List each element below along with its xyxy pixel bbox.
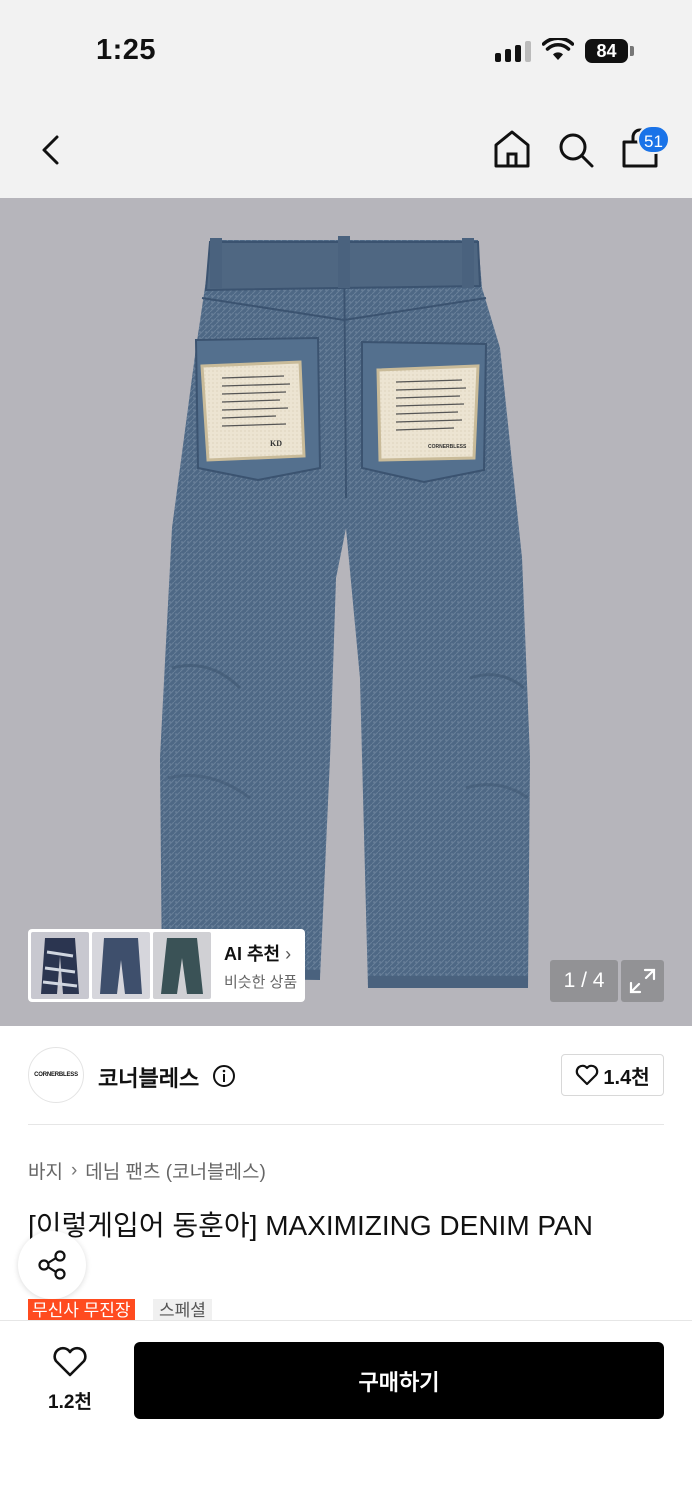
recommend-thumb-1[interactable] xyxy=(31,932,89,999)
ai-recommend-title: AI 추천 xyxy=(224,943,281,964)
divider xyxy=(28,1124,664,1125)
recommend-thumb-3[interactable] xyxy=(153,932,211,999)
breadcrumb-subcategory[interactable]: 데님 팬츠 (코너블레스) xyxy=(85,1157,266,1184)
brand-name[interactable]: 코너블레스 xyxy=(98,1061,199,1093)
share-button[interactable] xyxy=(18,1231,86,1299)
product-like-button[interactable]: 1.2천 xyxy=(40,1346,100,1414)
pocket-brand-text: CORNERBLESS xyxy=(428,444,467,450)
cart-count-badge: 51 xyxy=(637,125,670,154)
brand-like-button[interactable]: 1.4천 xyxy=(561,1054,664,1096)
heart-icon xyxy=(576,1064,599,1086)
wifi-icon xyxy=(542,38,574,60)
ai-recommend-subtitle: 비슷한 상품 xyxy=(224,973,298,991)
expand-image-button[interactable] xyxy=(621,960,664,1002)
chevron-right-icon: › xyxy=(285,943,292,964)
product-like-count: 1.2천 xyxy=(48,1392,92,1413)
product-title: [이렇게입어 동훈아] MAXIMIZING DENIM PAN xyxy=(28,1210,593,1241)
info-icon[interactable] xyxy=(212,1064,236,1088)
battery-tip xyxy=(630,46,634,56)
signal-icon xyxy=(495,41,531,62)
heart-icon xyxy=(53,1346,87,1377)
breadcrumb-separator-icon: › xyxy=(70,1159,78,1181)
tag-musinsa-mujinjang: 무신사 무진장 xyxy=(28,1299,135,1321)
back-arrow-icon[interactable] xyxy=(30,130,70,170)
ai-recommend-card[interactable]: AI 추천 › 비슷한 상품 xyxy=(28,929,305,1002)
brand-logo[interactable]: CORNERBLESS xyxy=(28,1047,84,1103)
recommend-thumb-2[interactable] xyxy=(92,932,150,999)
battery-icon: 84 xyxy=(585,39,628,63)
product-image-carousel[interactable]: KD CORNERBLESS xyxy=(0,198,692,1026)
home-icon[interactable] xyxy=(492,128,532,170)
share-icon xyxy=(38,1250,66,1280)
breadcrumb-category[interactable]: 바지 xyxy=(28,1157,63,1184)
buy-button[interactable]: 구매하기 xyxy=(134,1342,664,1419)
image-pager: 1 / 4 xyxy=(550,960,618,1002)
tag-special: 스페셜 xyxy=(153,1299,212,1321)
pocket-label-text: KD xyxy=(270,439,282,448)
expand-icon xyxy=(629,968,656,994)
status-time: 1:25 xyxy=(96,34,157,66)
breadcrumb: 바지 › 데님 팬츠 (코너블레스) xyxy=(28,1157,266,1184)
brand-like-count: 1.4천 xyxy=(603,1066,650,1089)
search-icon[interactable] xyxy=(556,130,596,170)
ai-recommend-text[interactable]: AI 추천 › 비슷한 상품 xyxy=(224,940,297,992)
denim-pants-image: KD CORNERBLESS xyxy=(160,236,530,988)
